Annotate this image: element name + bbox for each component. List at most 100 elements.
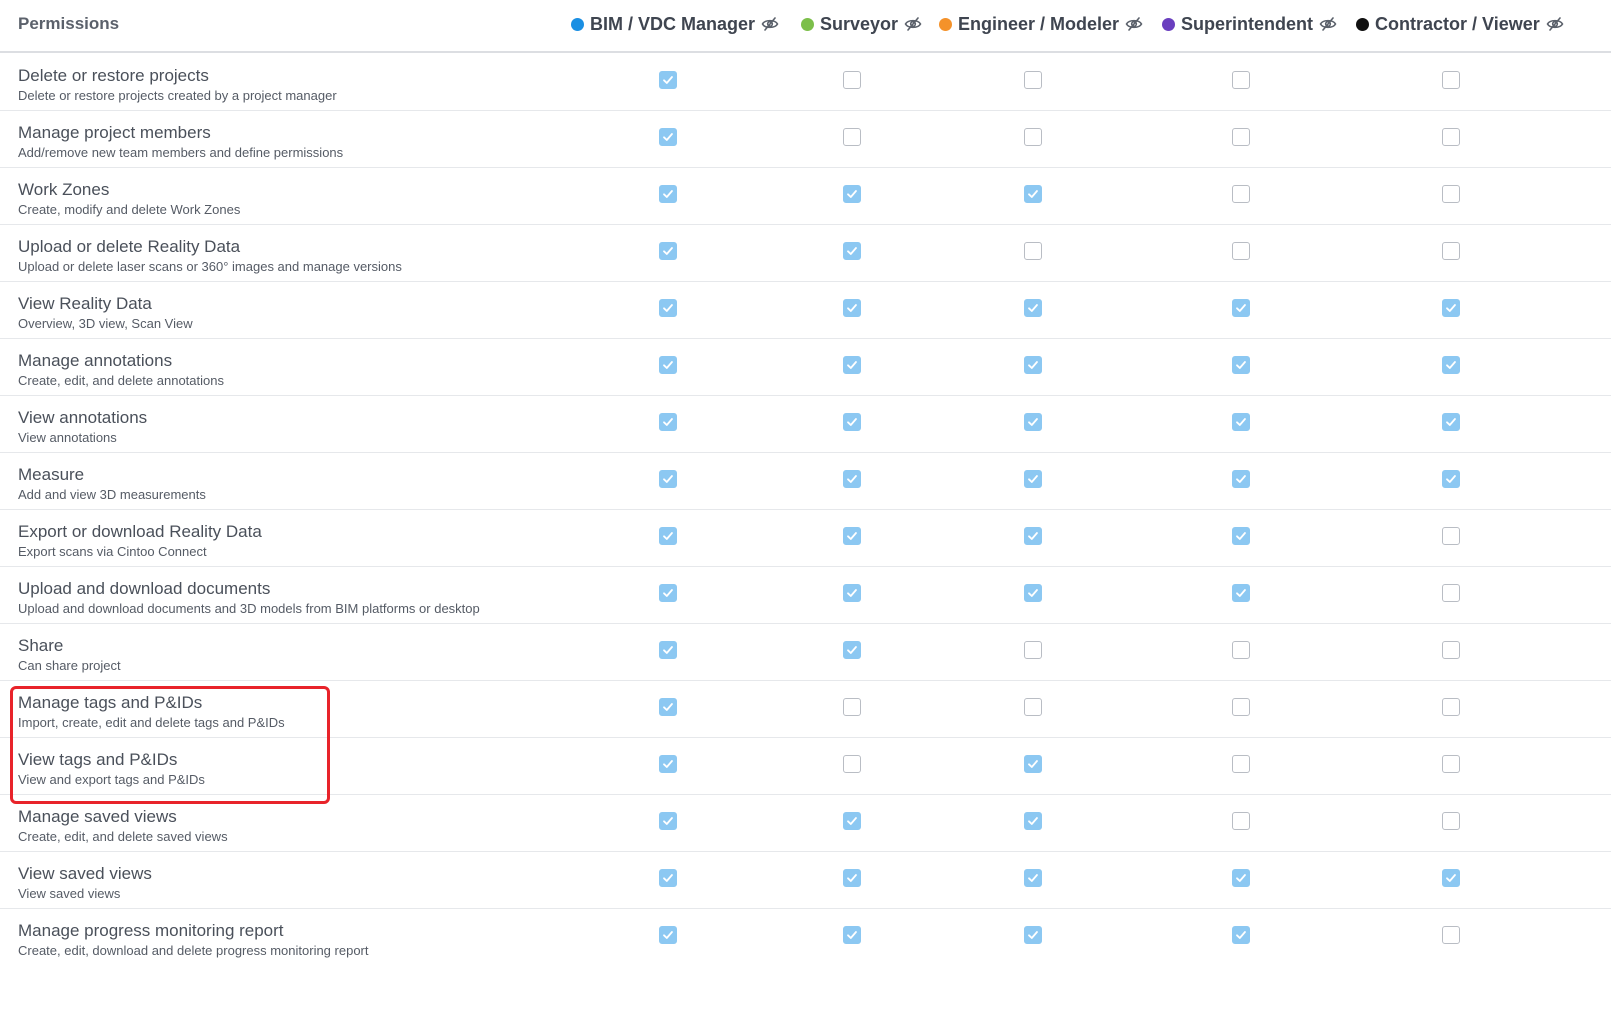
permission-checkbox[interactable] [659,869,677,887]
permission-checkbox[interactable] [659,71,677,89]
eye-slash-icon[interactable] [1319,17,1337,31]
permission-checkbox[interactable] [1232,812,1250,830]
permission-checkbox[interactable] [1024,71,1042,89]
permission-checkbox[interactable] [659,185,677,203]
check-icon [663,589,673,597]
permission-checkbox[interactable] [659,356,677,374]
permission-checkbox[interactable] [843,299,861,317]
eye-slash-icon[interactable] [1125,17,1143,31]
permission-checkbox[interactable] [659,470,677,488]
permission-checkbox[interactable] [1024,356,1042,374]
permission-checkbox[interactable] [1232,470,1250,488]
permission-checkbox[interactable] [843,812,861,830]
permission-checkbox[interactable] [843,869,861,887]
eye-slash-icon[interactable] [761,17,779,31]
permission-checkbox[interactable] [843,698,861,716]
permission-checkbox[interactable] [1442,185,1460,203]
permission-checkbox[interactable] [659,527,677,545]
permission-checkbox[interactable] [1232,413,1250,431]
permission-checkbox[interactable] [1024,869,1042,887]
check-icon [1236,361,1246,369]
permission-checkbox[interactable] [1024,185,1042,203]
permission-checkbox[interactable] [1232,71,1250,89]
permission-checkbox[interactable] [659,812,677,830]
permission-checkbox[interactable] [659,698,677,716]
permission-checkbox[interactable] [1442,698,1460,716]
permission-checkbox[interactable] [1024,527,1042,545]
permission-checkbox[interactable] [1024,128,1042,146]
permission-checkbox[interactable] [1232,926,1250,944]
permission-checkbox[interactable] [843,242,861,260]
permission-checkbox[interactable] [1442,812,1460,830]
permission-checkbox[interactable] [843,185,861,203]
permission-checkbox[interactable] [1442,71,1460,89]
permission-checkbox[interactable] [1024,470,1042,488]
check-icon [663,418,673,426]
role-color-dot [1162,17,1175,31]
permission-checkbox[interactable] [1024,584,1042,602]
permission-checkbox[interactable] [1442,356,1460,374]
permission-checkbox[interactable] [1442,242,1460,260]
permission-name: Export or download Reality Data [18,522,262,541]
permission-checkbox[interactable] [1232,356,1250,374]
permission-checkbox[interactable] [1232,242,1250,260]
permission-checkbox[interactable] [659,299,677,317]
permission-checkbox[interactable] [843,584,861,602]
permission-description: Delete or restore projects created by a … [18,88,337,103]
permission-checkbox[interactable] [1024,242,1042,260]
role-color-dot [801,17,814,31]
permission-checkbox[interactable] [843,470,861,488]
permission-checkbox[interactable] [1024,926,1042,944]
permission-checkbox[interactable] [843,527,861,545]
permission-checkbox[interactable] [1442,470,1460,488]
permission-checkbox[interactable] [1442,527,1460,545]
permission-checkbox[interactable] [659,584,677,602]
permission-checkbox[interactable] [659,926,677,944]
permission-checkbox[interactable] [1442,926,1460,944]
permission-checkbox[interactable] [1024,698,1042,716]
permission-checkbox[interactable] [843,128,861,146]
role-name: BIM / VDC Manager [590,13,756,34]
check-icon [663,361,673,369]
permission-row: View annotations View annotations [0,396,1611,453]
permission-checkbox[interactable] [1024,299,1042,317]
permission-checkbox[interactable] [659,755,677,773]
permission-checkbox[interactable] [1232,128,1250,146]
eye-slash-icon[interactable] [904,17,922,31]
permission-row: Manage annotations Create, edit, and dele… [0,339,1611,396]
permission-checkbox[interactable] [1232,185,1250,203]
permission-checkbox[interactable] [659,413,677,431]
permission-checkbox[interactable] [1232,299,1250,317]
permission-checkbox[interactable] [1232,584,1250,602]
permission-checkbox[interactable] [659,242,677,260]
permission-checkbox[interactable] [1442,641,1460,659]
check-icon [1028,760,1038,768]
check-icon [1236,874,1246,882]
permission-checkbox[interactable] [1232,869,1250,887]
permission-checkbox[interactable] [1442,413,1460,431]
permission-checkbox[interactable] [843,356,861,374]
permission-checkbox[interactable] [1024,413,1042,431]
eye-slash-icon[interactable] [1546,17,1564,31]
permission-name: Measure [18,465,85,484]
permission-checkbox[interactable] [843,641,861,659]
permission-checkbox[interactable] [1442,755,1460,773]
permission-checkbox[interactable] [1442,299,1460,317]
permission-checkbox[interactable] [843,71,861,89]
permission-checkbox[interactable] [1024,812,1042,830]
permission-checkbox[interactable] [843,926,861,944]
permission-checkbox[interactable] [843,413,861,431]
permission-checkbox[interactable] [1232,527,1250,545]
permission-checkbox[interactable] [843,755,861,773]
permission-checkbox[interactable] [1232,755,1250,773]
permission-checkbox[interactable] [1442,869,1460,887]
permission-checkbox[interactable] [1232,698,1250,716]
check-icon [1028,475,1038,483]
permission-checkbox[interactable] [1442,128,1460,146]
permission-checkbox[interactable] [1232,641,1250,659]
permission-checkbox[interactable] [1024,755,1042,773]
permission-checkbox[interactable] [1442,584,1460,602]
permission-checkbox[interactable] [659,641,677,659]
permission-checkbox[interactable] [659,128,677,146]
permission-checkbox[interactable] [1024,641,1042,659]
